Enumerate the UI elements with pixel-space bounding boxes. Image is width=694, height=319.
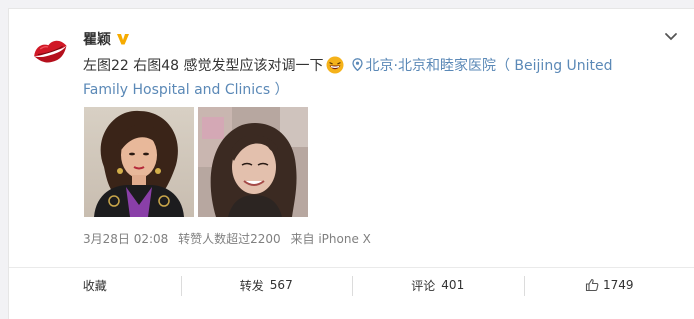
laughing-emoji-icon: [326, 56, 344, 74]
post-photo-right[interactable]: [198, 107, 308, 217]
thumbs-up-icon: [585, 278, 599, 292]
comment-button[interactable]: 评论 401: [352, 268, 524, 302]
like-count: 1749: [602, 278, 634, 292]
chevron-down-icon[interactable]: [664, 31, 678, 43]
v-badge-icon: [117, 34, 129, 45]
action-bar: 收藏 转发 567 评论 401 1749: [9, 267, 694, 302]
repost-button[interactable]: 转发 567: [180, 268, 353, 302]
repost-count: 567: [269, 278, 293, 292]
post-source: 来自 iPhone X: [290, 232, 371, 246]
weibo-post-card: 瞿颖 左图22 右图48 感觉发型应该对调一下 北京·北京和睦家医院（ Beij…: [8, 8, 694, 319]
comment-count: 401: [441, 278, 465, 292]
post-body: 左图22 右图48 感觉发型应该对调一下: [83, 58, 324, 74]
author-name[interactable]: 瞿颖: [83, 29, 111, 49]
like-button[interactable]: 1749: [523, 268, 694, 302]
post-photo-left[interactable]: [84, 107, 194, 217]
repost-info: 转赞人数超过2200: [178, 232, 281, 246]
comment-label: 评论: [411, 278, 436, 293]
author-row: 瞿颖: [83, 29, 130, 49]
post-date[interactable]: 3月28日 02:08: [83, 232, 168, 246]
location-pin-icon: [351, 58, 363, 71]
repost-label: 转发: [239, 278, 264, 293]
post-text: 左图22 右图48 感觉发型应该对调一下 北京·北京和睦家医院（ Beijing…: [83, 54, 643, 102]
favorite-label: 收藏: [82, 278, 107, 293]
avatar[interactable]: [25, 25, 75, 75]
post-meta: 3月28日 02:08 转赞人数超过2200 来自 iPhone X: [83, 230, 371, 247]
favorite-button[interactable]: 收藏: [9, 268, 181, 302]
